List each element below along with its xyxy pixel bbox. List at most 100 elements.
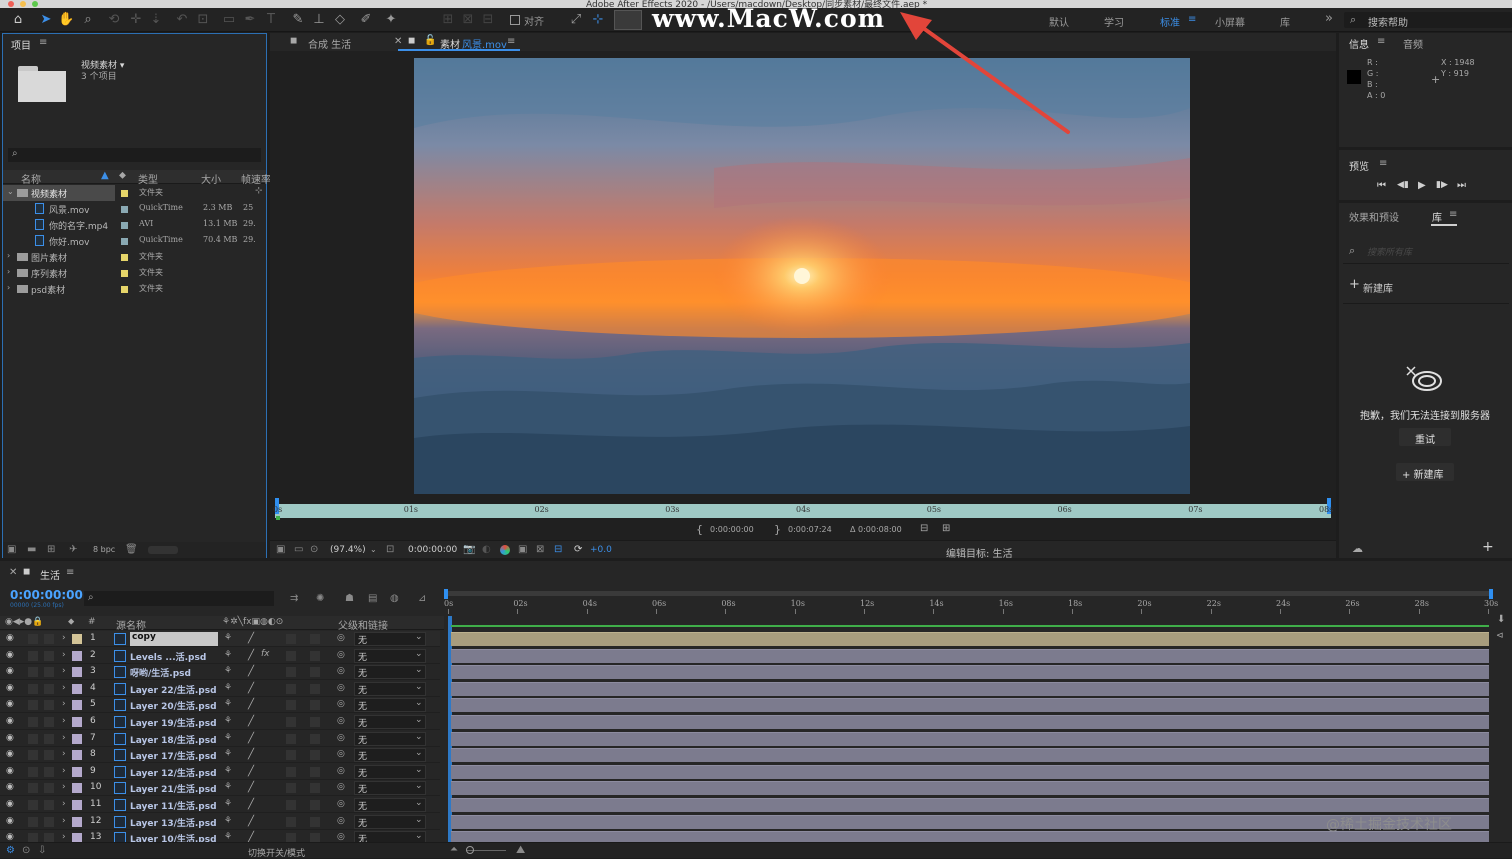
shy-switch-icon[interactable]: ⚘ <box>224 666 232 676</box>
layer-name[interactable]: 呀哟/生活.psd <box>130 666 191 679</box>
exposure-value[interactable]: +0.0 <box>590 545 612 555</box>
layer-name[interactable]: Layer 11/生活.psd <box>130 799 217 812</box>
project-menu-icon[interactable]: ≡ <box>39 37 47 48</box>
expand-chevron-icon[interactable]: › <box>62 816 66 826</box>
3d-layer-switch[interactable] <box>310 717 320 727</box>
project-item-row[interactable]: 你的名字.mp4 AVI 13.1 MB 29. <box>3 217 266 233</box>
column-name[interactable]: 名称 <box>21 171 41 186</box>
in-point-time[interactable]: 0:00:00:00 <box>710 525 754 534</box>
layer-row[interactable]: ◉ › 9 Layer 12/生活.psd ⚘ ╱ ◎ 无 ⌄ <box>0 764 440 780</box>
quality-switch-icon[interactable]: ╱ <box>248 749 254 760</box>
world-axis-icon[interactable]: ⊠ <box>460 12 476 28</box>
audio-toggle[interactable] <box>28 717 38 727</box>
project-item-row[interactable]: 你好.mov QuickTime 70.4 MB 29. <box>3 233 266 249</box>
lock-toggle[interactable] <box>44 783 54 794</box>
lock-toggle[interactable] <box>44 766 54 777</box>
pick-whip-icon[interactable]: ◎ <box>337 816 345 826</box>
in-out-toggle-icon[interactable]: ⇩ <box>38 846 46 856</box>
snap-option-icon[interactable]: ⤢ <box>568 12 584 28</box>
motion-blur-switch[interactable] <box>286 683 296 694</box>
parent-dropdown[interactable]: 无 ⌄ <box>354 681 426 696</box>
chevron-down-icon[interactable]: ⌄ <box>370 545 377 554</box>
layer-duration-bar[interactable] <box>451 731 1489 746</box>
eye-visibility-icon[interactable]: ◉ <box>6 666 14 676</box>
cloud-sync-icon[interactable]: ☁ <box>1352 542 1363 555</box>
retry-button[interactable]: 重试 <box>1399 428 1451 446</box>
motion-blur-switch[interactable] <box>286 634 296 644</box>
navigator-start-handle[interactable] <box>444 589 448 599</box>
ripple-insert-icon[interactable]: ⊟ <box>920 523 928 534</box>
layer-duration-bar[interactable] <box>451 764 1489 779</box>
audio-toggle[interactable] <box>28 700 38 711</box>
label-column-icon[interactable]: ⬥ <box>119 170 126 181</box>
shy-switch-icon[interactable]: ⚘ <box>224 782 232 792</box>
workspace-overflow-icon[interactable]: » <box>1325 11 1333 26</box>
pan-camera-icon[interactable]: ✛ <box>128 12 144 28</box>
layer-row[interactable]: ◉ › 10 Layer 21/生活.psd ⚘ ╱ ◎ 无 ⌄ <box>0 780 440 797</box>
quality-switch-icon[interactable]: ╱ <box>248 666 254 677</box>
clone-stamp-tool-icon[interactable]: ⊥ <box>311 12 327 28</box>
parent-dropdown[interactable]: 无 ⌄ <box>354 781 426 796</box>
workspace-small-screen[interactable]: 小屏幕 <box>1215 14 1245 29</box>
pick-whip-icon[interactable]: ◎ <box>337 666 345 676</box>
parent-dropdown[interactable]: 无 ⌄ <box>354 814 426 829</box>
close-tab-icon[interactable]: ✕ <box>394 36 402 47</box>
label-color-swatch[interactable] <box>72 783 82 794</box>
sort-ascending-icon[interactable]: ▲ <box>101 170 109 181</box>
tab-timeline[interactable]: 生活 <box>40 567 60 582</box>
label-color-swatch[interactable] <box>72 800 82 810</box>
layer-duration-bar[interactable] <box>451 632 1489 646</box>
viewer-time-ruler[interactable]: 0s 01s 02s 03s 04s 05s 06s 07s 08s <box>273 498 1333 520</box>
label-color-swatch[interactable] <box>72 717 82 727</box>
expand-chevron-icon[interactable]: › <box>62 749 66 759</box>
parent-dropdown[interactable]: 无 ⌄ <box>354 648 426 663</box>
current-time-marker[interactable] <box>276 516 280 520</box>
effect-switch-icon[interactable]: fx <box>261 649 270 659</box>
layer-row[interactable]: ◉ › 4 Layer 22/生活.psd ⚘ ╱ ◎ 无 ⌄ <box>0 681 440 697</box>
tab-effects-presets[interactable]: 效果和预设 <box>1349 209 1399 224</box>
label-color-swatch[interactable] <box>121 222 128 229</box>
zoom-window-icon[interactable] <box>32 1 38 7</box>
shy-switch-icon[interactable]: ⚘ <box>224 633 232 643</box>
show-snapshot-icon[interactable]: ◐ <box>482 545 491 555</box>
3d-layer-switch[interactable] <box>310 816 320 827</box>
label-color-swatch[interactable] <box>72 733 82 744</box>
next-frame-icon[interactable]: ▮▶ <box>1436 180 1448 190</box>
parent-dropdown[interactable]: 无 ⌄ <box>354 665 426 680</box>
thumbnail-slider[interactable] <box>148 546 178 554</box>
tab-info[interactable]: 信息 <box>1349 36 1369 51</box>
expand-chevron-icon[interactable]: › <box>62 733 66 743</box>
project-item-row[interactable]: › psd素材 文件夹 <box>3 281 266 297</box>
eraser-tool-icon[interactable]: ◇ <box>332 12 348 28</box>
comp-marker-bin-icon[interactable]: ⬇ <box>1497 614 1505 625</box>
new-library-link[interactable]: 新建库 <box>1363 280 1393 295</box>
transparency-grid-icon[interactable]: ▣ <box>518 545 527 555</box>
workspace-menu-icon[interactable]: ≡ <box>1188 14 1196 25</box>
timeline-menu-icon[interactable]: ≡ <box>66 567 74 578</box>
layer-name[interactable]: copy <box>130 632 218 646</box>
expand-chevron-icon[interactable]: › <box>62 799 66 809</box>
motion-blur-switch[interactable] <box>286 650 296 661</box>
pick-whip-icon[interactable]: ◎ <box>337 683 345 693</box>
label-color-swatch[interactable] <box>72 766 82 777</box>
brush-tool-icon[interactable]: ✎ <box>290 12 306 28</box>
shy-switch-icon[interactable]: ⚘ <box>224 716 232 726</box>
view-axis-icon[interactable]: ⊟ <box>480 12 496 28</box>
parent-dropdown[interactable]: 无 ⌄ <box>354 731 426 746</box>
audio-toggle[interactable] <box>28 667 38 678</box>
folder-expand-chevron-icon[interactable]: ⌄ <box>7 187 14 196</box>
layer-name[interactable]: Layer 18/生活.psd <box>130 733 217 746</box>
motion-blur-switch[interactable] <box>286 667 296 678</box>
parent-dropdown[interactable]: 无 ⌄ <box>354 748 426 763</box>
eye-visibility-icon[interactable]: ◉ <box>6 633 14 643</box>
layer-duration-bar[interactable] <box>451 665 1489 680</box>
layer-row[interactable]: ◉ › 3 呀哟/生活.psd ⚘ ╱ ◎ 无 ⌄ <box>0 664 440 681</box>
shy-switch-icon[interactable]: ⚘ <box>224 749 232 759</box>
eye-visibility-icon[interactable]: ◉ <box>6 799 14 809</box>
puppet-tool-icon[interactable]: ✦ <box>383 12 399 28</box>
composition-mini-flowchart-icon[interactable]: ⇉ <box>290 594 298 604</box>
hand-tool-icon[interactable]: ✋ <box>58 12 74 28</box>
audio-toggle[interactable] <box>28 733 38 744</box>
previous-frame-icon[interactable]: ◀▮ <box>1397 180 1409 190</box>
shy-switch-icon[interactable]: ⚘ <box>224 766 232 776</box>
